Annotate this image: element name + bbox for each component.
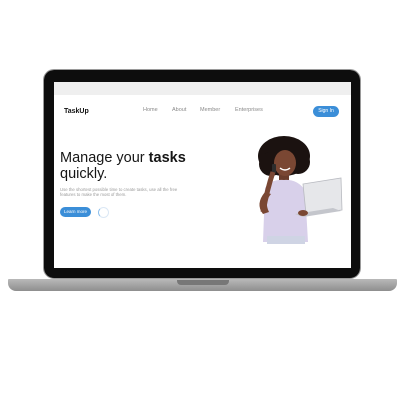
site-logo[interactable]: TaskUp xyxy=(64,108,89,115)
nav-about[interactable]: About xyxy=(172,107,186,113)
laptop-screen: TaskUp Home About Member Enterprises Sig… xyxy=(54,82,351,268)
laptop-base-notch xyxy=(177,280,229,285)
headline-emphasis: tasks xyxy=(148,150,186,166)
spinner-icon xyxy=(98,207,109,218)
nav-enterprises[interactable]: Enterprises xyxy=(235,107,263,113)
headline-prefix: Manage your xyxy=(60,150,149,166)
hero-photo xyxy=(258,136,343,244)
learn-more-button[interactable]: Learn more xyxy=(60,207,91,217)
browser-bar xyxy=(54,82,351,95)
nav-home[interactable]: Home xyxy=(143,107,158,113)
headline-suffix: quickly. xyxy=(60,166,108,182)
hero-subtext: Use the shortest possible time to create… xyxy=(60,187,178,198)
nav-member[interactable]: Member xyxy=(200,107,220,113)
sign-in-button[interactable]: Sign In xyxy=(313,106,339,117)
hero-headline: Manage your tasks quickly. xyxy=(60,150,186,182)
